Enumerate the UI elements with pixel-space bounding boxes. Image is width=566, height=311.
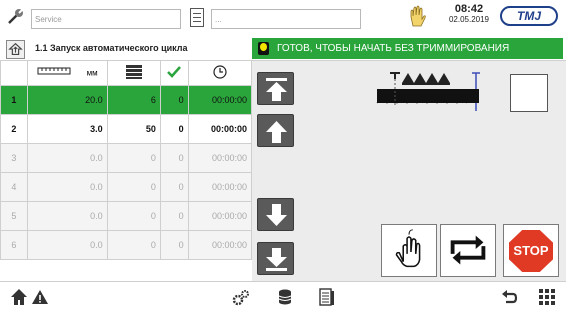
program-table: мм 1 20.0 6 0 00:00:00 2 3.0 50 0 00:00:…: [0, 60, 253, 260]
row-index: 1: [0, 85, 28, 115]
row-count[interactable]: 6: [106, 85, 161, 115]
clock-icon: [213, 65, 227, 79]
header-done: [159, 60, 189, 86]
row-done: 0: [159, 85, 189, 115]
header-length: мм: [26, 60, 108, 86]
scroll-down-button[interactable]: [257, 198, 294, 231]
saw-diagram-icon: [376, 72, 480, 111]
home-icon[interactable]: [10, 288, 28, 306]
clock-display: 08:42 02.05.2019: [443, 4, 495, 25]
table-row[interactable]: 4 0.0 0 0 00:00:00: [0, 172, 253, 202]
time-label: 08:42: [454, 3, 484, 15]
scroll-top-button[interactable]: [257, 72, 294, 105]
stop-sign: STOP: [509, 230, 553, 272]
document-list-icon[interactable]: [318, 288, 336, 306]
back-icon[interactable]: [500, 288, 518, 306]
hand-pointer-icon: [395, 229, 421, 268]
arrow-up-bar-icon: [266, 78, 287, 101]
row-done: 0: [159, 114, 189, 144]
machine-screen: Service ... 08:42 02.05.2019 TMJ 1.1 Зап…: [0, 0, 566, 311]
row-time: 00:00:00: [187, 143, 253, 173]
table-row[interactable]: 2 3.0 50 0 00:00:00: [0, 114, 253, 144]
lightbulb-icon: [258, 42, 269, 55]
row-length[interactable]: 0.0: [26, 143, 108, 173]
wrench-icon[interactable]: [6, 6, 26, 26]
row-done: 0: [159, 201, 189, 231]
row-length[interactable]: 0.0: [26, 230, 108, 260]
table-row[interactable]: 3 0.0 0 0 00:00:00: [0, 143, 253, 173]
database-icon[interactable]: [276, 288, 294, 306]
row-time: 00:00:00: [187, 172, 253, 202]
table-row[interactable]: 6 0.0 0 0 00:00:00: [0, 230, 253, 260]
header-time: [187, 60, 253, 86]
row-count[interactable]: 50: [106, 114, 161, 144]
table-header: мм: [0, 60, 253, 86]
top-bar: Service ... 08:42 02.05.2019 TMJ: [0, 0, 566, 38]
arrow-up-icon: [266, 121, 287, 143]
input-field[interactable]: ...: [211, 9, 361, 29]
manual-mode-button[interactable]: [381, 224, 437, 277]
row-done: 0: [159, 230, 189, 260]
document-icon[interactable]: [190, 8, 204, 27]
status-banner: ГОТОВ, ЧТОБЫ НАЧАТЬ БЕЗ ТРИММИРОВАНИЯ: [252, 38, 563, 59]
header-stack: [106, 60, 161, 86]
row-time: 00:00:00: [187, 230, 253, 260]
row-length[interactable]: 0.0: [26, 172, 108, 202]
row-length[interactable]: 0.0: [26, 201, 108, 231]
date-label: 02.05.2019: [448, 15, 490, 24]
row-time: 00:00:00: [187, 201, 253, 231]
grid-menu-icon[interactable]: [538, 288, 556, 306]
table-row[interactable]: 5 0.0 0 0 00:00:00: [0, 201, 253, 231]
tmj-logo: TMJ: [500, 6, 558, 26]
arrow-down-icon: [266, 204, 287, 226]
unit-label: мм: [86, 68, 98, 78]
row-done: 0: [159, 143, 189, 173]
row-count[interactable]: 0: [106, 230, 161, 260]
header-index: [0, 60, 28, 86]
arrow-down-bar-icon: [266, 248, 287, 271]
row-index: 3: [0, 143, 28, 173]
row-length[interactable]: 3.0: [26, 114, 108, 144]
row-time: 00:00:00: [187, 114, 253, 144]
repeat-icon: [450, 235, 486, 265]
warning-icon[interactable]: [31, 288, 49, 306]
row-length[interactable]: 20.0: [26, 85, 108, 115]
check-icon: [167, 66, 182, 78]
preview-box[interactable]: [510, 74, 548, 112]
cycle-title: 1.1 Запуск автоматического цикла: [35, 43, 188, 53]
scroll-up-button[interactable]: [257, 114, 294, 147]
cycle-repeat-button[interactable]: [440, 224, 496, 277]
stop-button[interactable]: STOP: [503, 224, 559, 277]
stack-icon: [125, 65, 142, 79]
row-count[interactable]: 0: [106, 143, 161, 173]
row-index: 2: [0, 114, 28, 144]
table-row[interactable]: 1 20.0 6 0 00:00:00: [0, 85, 253, 115]
row-count[interactable]: 0: [106, 172, 161, 202]
hand-icon[interactable]: [407, 5, 427, 29]
row-count[interactable]: 0: [106, 201, 161, 231]
ruler-icon: [37, 67, 71, 75]
row-time: 00:00:00: [187, 85, 253, 115]
service-field[interactable]: Service: [31, 9, 181, 29]
settings-gears-icon[interactable]: [232, 288, 250, 306]
home-arrow-icon: [8, 42, 23, 56]
bottom-bar: [0, 281, 566, 311]
control-panel: STOP: [252, 60, 566, 281]
status-text: ГОТОВ, ЧТОБЫ НАЧАТЬ БЕЗ ТРИММИРОВАНИЯ: [277, 43, 510, 54]
row-index: 4: [0, 172, 28, 202]
scroll-bottom-button[interactable]: [257, 242, 294, 275]
row-index: 5: [0, 201, 28, 231]
home-up-button[interactable]: [6, 40, 25, 59]
row-done: 0: [159, 172, 189, 202]
row-index: 6: [0, 230, 28, 260]
